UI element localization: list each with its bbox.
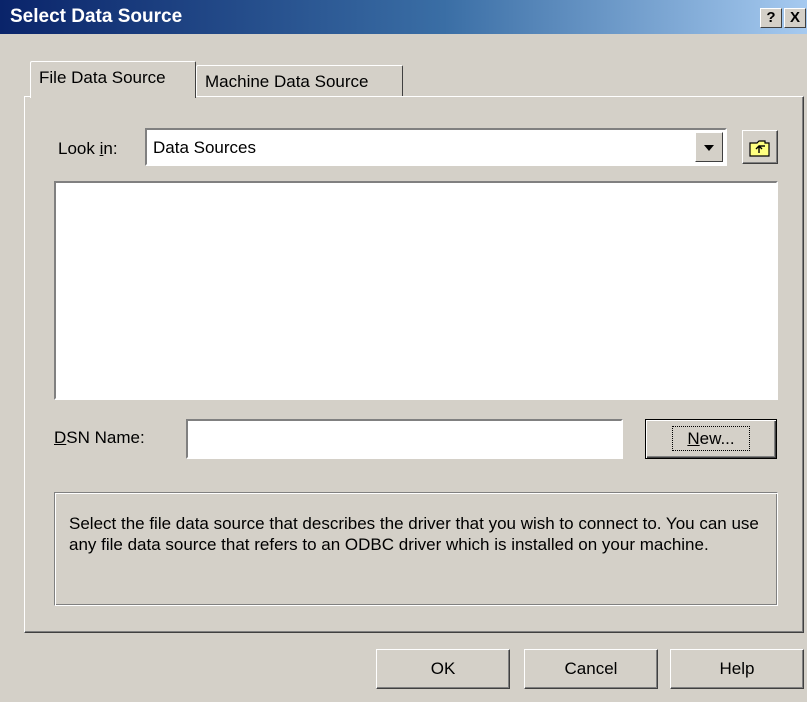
- description-text: Select the file data source that describ…: [69, 514, 759, 554]
- look-in-dropdown[interactable]: Data Sources: [145, 128, 727, 166]
- chevron-down-icon: [704, 144, 714, 151]
- tab-label: File Data Source: [39, 68, 166, 87]
- up-one-level-button[interactable]: [742, 130, 778, 164]
- tab-label: Machine Data Source: [205, 72, 369, 91]
- close-button[interactable]: X: [784, 8, 806, 28]
- new-button[interactable]: New...: [645, 419, 777, 459]
- help-question-button[interactable]: ?: [760, 8, 782, 28]
- dropdown-arrow-button[interactable]: [695, 132, 723, 162]
- new-button-label: New...: [672, 426, 750, 451]
- title-bar[interactable]: Select Data Source ? X: [0, 0, 807, 34]
- tab-machine-data-source[interactable]: Machine Data Source: [196, 65, 403, 96]
- ok-button[interactable]: OK: [376, 649, 510, 689]
- look-in-label: Look in:: [58, 139, 118, 158]
- description-box: Select the file data source that describ…: [54, 492, 778, 606]
- window-title: Select Data Source: [10, 6, 183, 27]
- help-button[interactable]: Help: [670, 649, 804, 689]
- file-list[interactable]: [54, 181, 778, 400]
- dsn-name-input[interactable]: [186, 419, 623, 459]
- tab-file-data-source[interactable]: File Data Source: [30, 61, 196, 98]
- folder-up-icon: [749, 139, 770, 157]
- dsn-name-label: DSN Name:: [54, 428, 145, 447]
- cancel-button[interactable]: Cancel: [524, 649, 658, 689]
- look-in-value: Data Sources: [153, 138, 256, 157]
